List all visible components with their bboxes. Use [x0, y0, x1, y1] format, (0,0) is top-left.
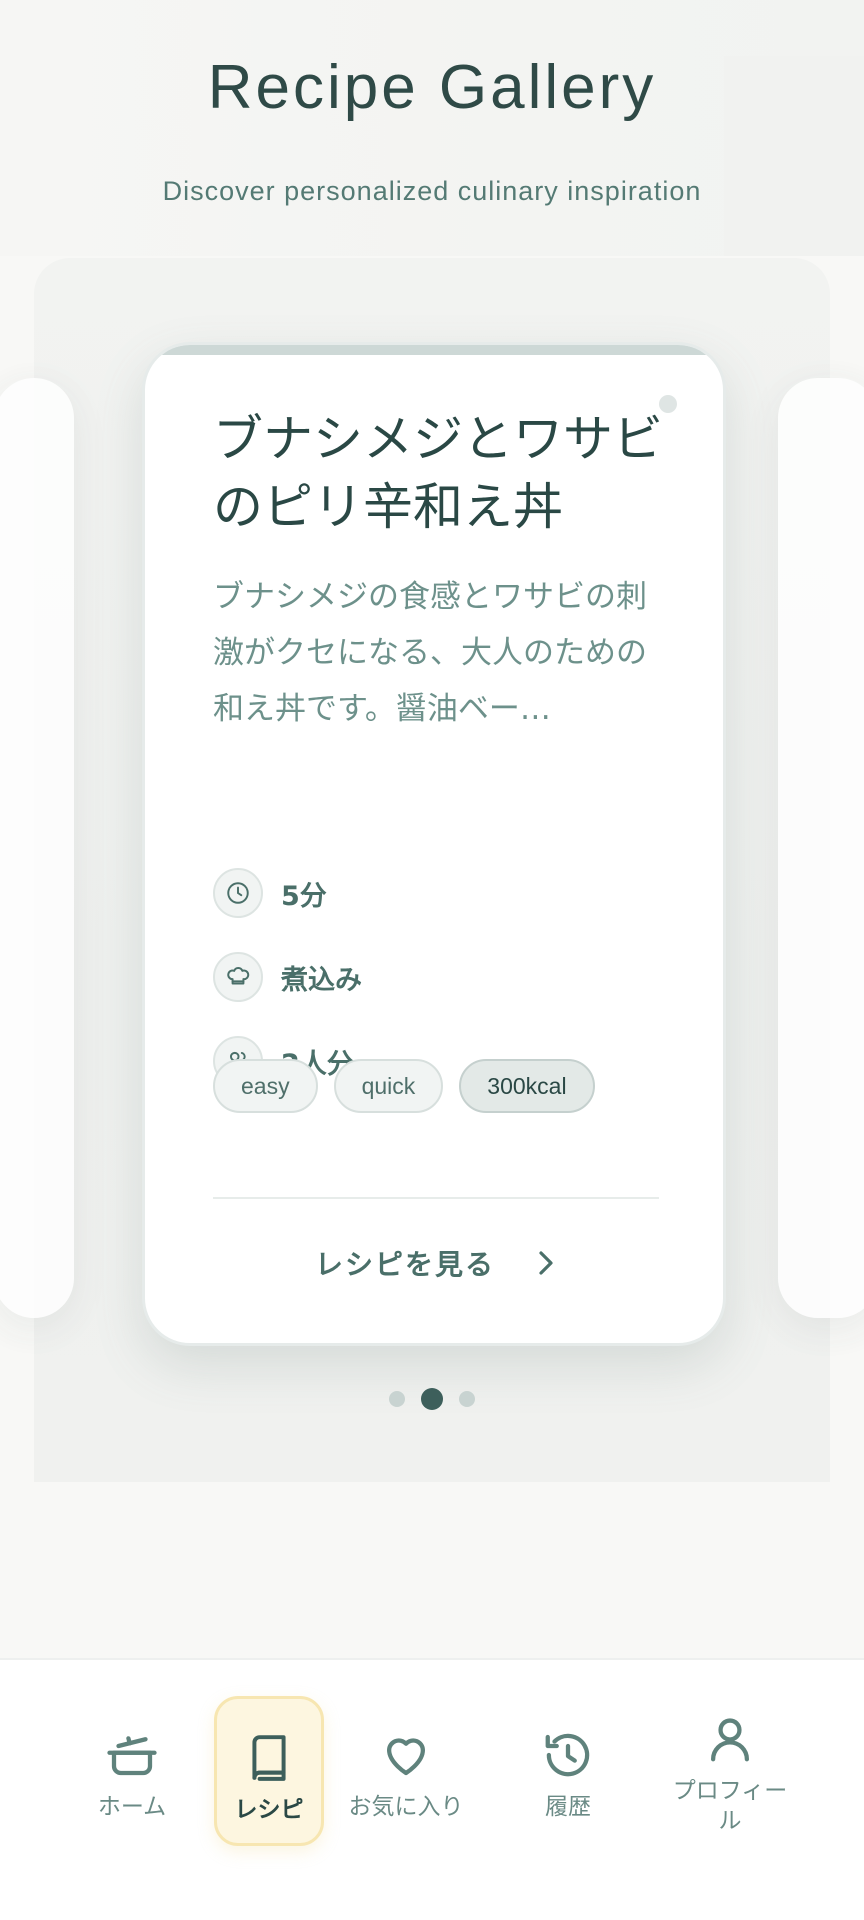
carousel-pagination	[34, 1388, 830, 1410]
previous-recipe-card[interactable]	[0, 378, 74, 1318]
nav-label-recipes: レシピ	[234, 1797, 304, 1823]
card-top-accent	[145, 345, 723, 355]
nav-item-profile[interactable]: プロフィール	[660, 1696, 800, 1846]
tag-easy[interactable]: easy	[213, 1059, 318, 1113]
chef-hat-icon	[213, 952, 263, 1002]
page-dot-active[interactable]	[421, 1388, 443, 1410]
tag-quick[interactable]: quick	[333, 1059, 444, 1113]
recipe-card[interactable]: ブナシメジとワサビのピリ辛和え丼 ブナシメジの食感とワサビの刺激がクセになる、大…	[142, 342, 726, 1346]
nav-item-history[interactable]: 履歴	[508, 1696, 628, 1846]
nav-label-history: 履歴	[545, 1794, 591, 1820]
header: Recipe Gallery Discover personalized cul…	[0, 0, 864, 256]
card-divider	[213, 1197, 659, 1199]
page-subtitle: Discover personalized culinary inspirati…	[162, 176, 702, 206]
view-recipe-label: レシピを見る	[314, 1248, 495, 1281]
next-recipe-card[interactable]	[778, 378, 864, 1318]
page-title: Recipe Gallery	[207, 53, 657, 122]
recipe-carousel[interactable]: ブナシメジとワサビのピリ辛和え丼 ブナシメジの食感とワサビの刺激がクセになる、大…	[0, 258, 864, 1482]
recipe-gallery-screen: Recipe Gallery Discover personalized cul…	[0, 0, 864, 1920]
history-icon	[541, 1728, 595, 1786]
user-icon	[703, 1712, 757, 1770]
meta-method-text: 煮込み	[281, 964, 362, 996]
page-dot[interactable]	[459, 1391, 475, 1407]
nav-label-home: ホーム	[97, 1794, 167, 1820]
clock-icon	[213, 868, 263, 918]
nav-item-recipes[interactable]: レシピ	[214, 1696, 324, 1846]
page-dot[interactable]	[389, 1391, 405, 1407]
recipe-description: ブナシメジの食感とワサビの刺激がクセになる、大人のための和え丼です。醤油ベー…	[213, 579, 647, 727]
nav-label-profile: プロフィール	[672, 1778, 788, 1834]
bottom-navigation: ホーム レシピ お気に入り 履歴 プロフィール	[0, 1658, 864, 1920]
nav-label-favorites: お気に入り	[348, 1794, 464, 1820]
book-icon	[244, 1731, 294, 1789]
meta-time-text: 5分	[281, 880, 327, 912]
pot-icon	[105, 1728, 159, 1786]
meta-method: 煮込み	[213, 951, 633, 1003]
view-recipe-button[interactable]: レシピを見る	[213, 1231, 659, 1295]
tag-calories[interactable]: 300kcal	[459, 1059, 595, 1113]
tag-list: easy quick 300kcal	[213, 1059, 611, 1113]
chevron-right-icon	[535, 1248, 557, 1278]
heart-icon	[379, 1728, 433, 1786]
nav-item-home[interactable]: ホーム	[72, 1696, 192, 1846]
nav-item-favorites[interactable]: お気に入り	[336, 1696, 476, 1846]
meta-time: 5分	[213, 867, 633, 919]
recipe-title: ブナシメジとワサビのピリ辛和え丼	[213, 410, 663, 536]
